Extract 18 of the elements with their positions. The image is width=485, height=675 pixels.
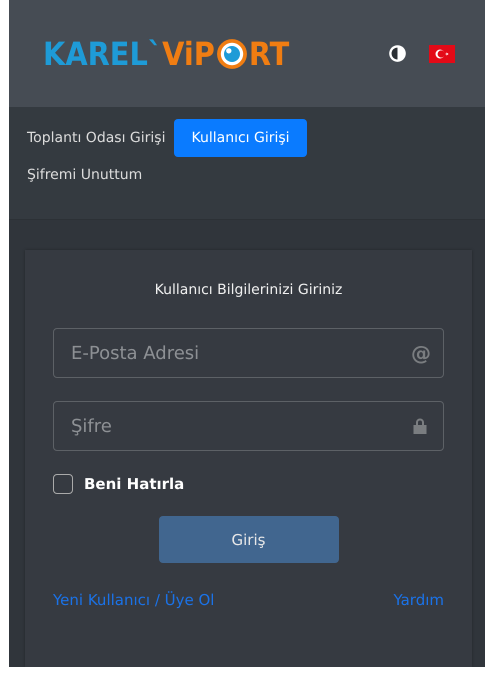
remember-label: Beni Hatırla (84, 475, 184, 493)
password-field[interactable]: Şifre (53, 401, 444, 451)
logo-text: KAREL` (43, 34, 162, 72)
contrast-icon[interactable] (388, 44, 407, 63)
eye-icon (216, 38, 248, 70)
tab[interactable]: Toplantı Odası Girişi (25, 119, 174, 157)
form-heading: Kullanıcı Bilgilerinizi Giriniz (154, 282, 344, 298)
link[interactable]: Yeni Kullanıcı / Üye Ol (53, 591, 214, 609)
lock-icon (412, 416, 428, 436)
link[interactable]: Yardım (394, 591, 444, 609)
flag-icon[interactable] (429, 44, 455, 62)
at-icon: @ (411, 341, 431, 365)
remember-checkbox[interactable] (53, 474, 73, 494)
login-button[interactable]: Giriş (158, 516, 338, 563)
logo-text: ViP (162, 34, 215, 72)
tab[interactable]: Şifremi Unuttum (25, 159, 152, 194)
tab[interactable]: Kullanıcı Girişi (174, 119, 307, 157)
logo-text: RT (248, 34, 290, 72)
